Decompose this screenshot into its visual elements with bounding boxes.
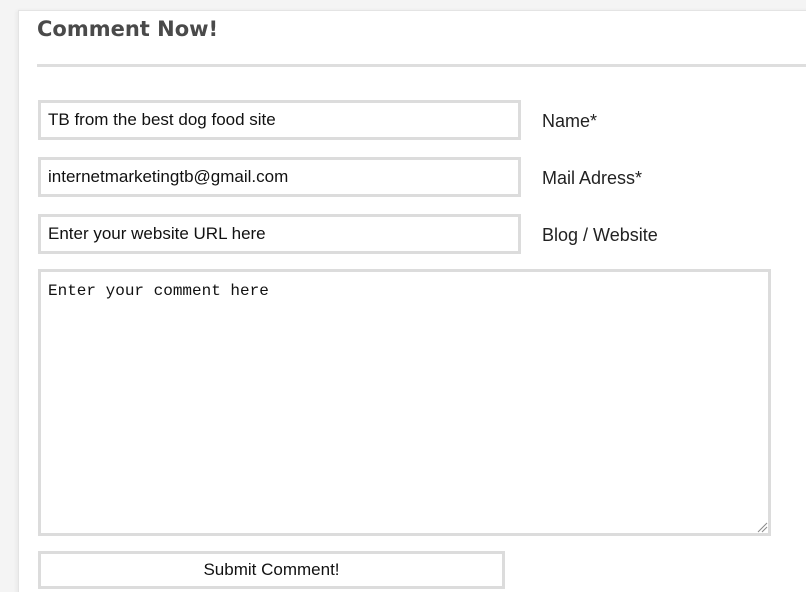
website-label: Blog / Website	[542, 225, 658, 245]
email-input[interactable]	[38, 157, 521, 197]
email-label: Mail Adress*	[542, 168, 643, 188]
submit-comment-button[interactable]: Submit Comment!	[38, 551, 505, 589]
comment-textarea[interactable]: Enter your comment here	[38, 269, 771, 536]
page: Comment Now! Name* Mail Adress* Blog / W…	[0, 0, 806, 592]
name-input[interactable]	[38, 100, 521, 140]
form-title: Comment Now!	[37, 17, 219, 41]
name-label: Name*	[542, 111, 598, 131]
website-input[interactable]	[38, 214, 521, 254]
title-divider	[37, 64, 806, 67]
resize-grip-icon[interactable]	[756, 521, 768, 533]
